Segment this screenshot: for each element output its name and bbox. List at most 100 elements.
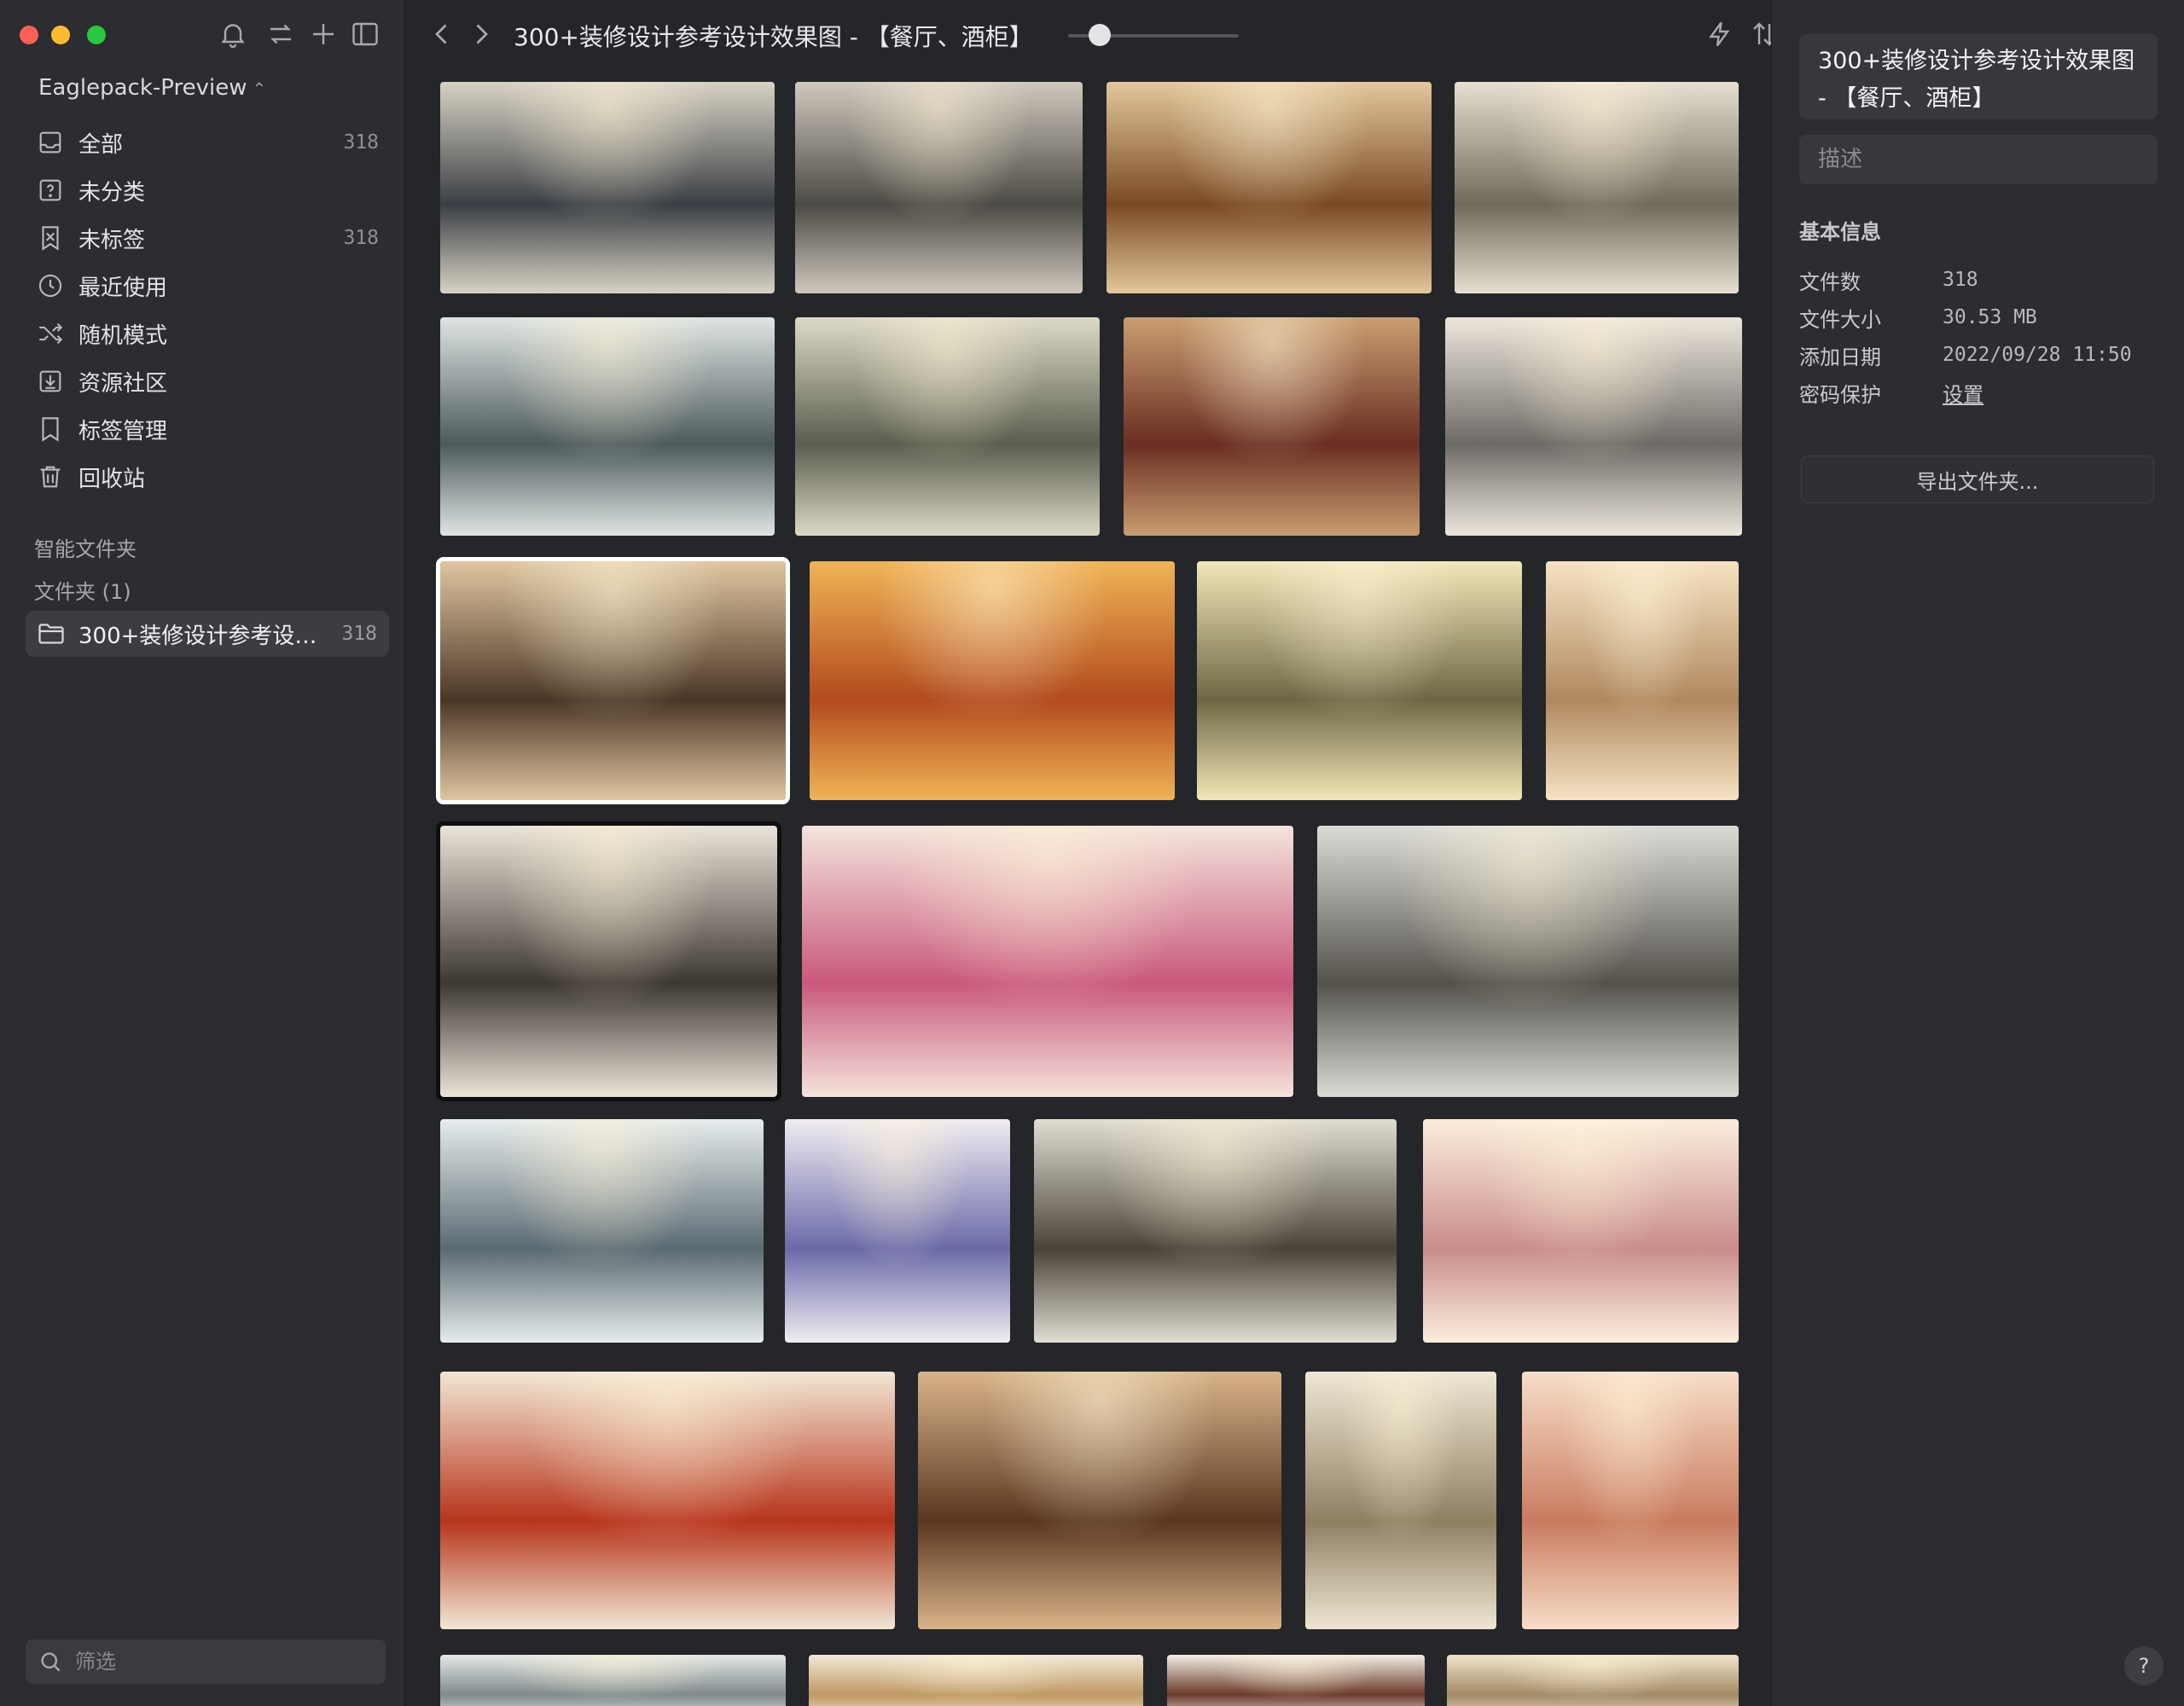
info-value: 318 <box>1943 269 1978 291</box>
info-row-password: 密码保护 设置 <box>1799 375 2158 409</box>
folders-header[interactable]: 文件夹 (1) <box>34 575 131 605</box>
image-thumbnail[interactable] <box>1034 1119 1397 1343</box>
sidebar-item-recent[interactable]: 最近使用 <box>26 264 389 307</box>
description-input[interactable] <box>1816 146 2140 173</box>
smart-folders-header[interactable]: 智能文件夹 <box>34 532 136 562</box>
inspector-panel: 300+装修设计参考设计效果图 - 【餐厅、酒柜】 基本信息 文件数 318 文… <box>1771 0 2184 1706</box>
image-thumbnail[interactable] <box>1445 317 1742 536</box>
help-button[interactable]: ? <box>2124 1646 2164 1686</box>
thumbnail-image <box>795 82 1083 293</box>
sidebar-item-random[interactable]: 随机模式 <box>26 312 389 355</box>
tag-off-icon <box>36 223 65 252</box>
thumbnail-image <box>918 1372 1281 1629</box>
image-thumbnail[interactable] <box>810 561 1175 800</box>
sidebar-folder-item[interactable]: 300+装修设计参考设计... 318 <box>26 611 389 657</box>
thumbnail-image <box>1167 1655 1425 1706</box>
image-thumbnail[interactable] <box>809 1655 1143 1706</box>
image-thumbnail[interactable] <box>1522 1372 1739 1629</box>
thumbnail-image <box>1197 561 1522 800</box>
plus-icon[interactable] <box>308 19 339 49</box>
image-thumbnail[interactable] <box>1124 317 1420 536</box>
sidebar: Eaglepack-Preview ⌃ 全部 318 未分类 未标签 318 最近… <box>0 0 405 1706</box>
image-thumbnail[interactable] <box>1546 561 1739 800</box>
sidebar-item-label: 全部 <box>78 131 124 158</box>
image-thumbnail[interactable] <box>1317 826 1739 1097</box>
thumbnail-image <box>1317 826 1739 1097</box>
image-thumbnail[interactable] <box>436 557 790 804</box>
image-thumbnail[interactable] <box>1305 1372 1496 1629</box>
bell-icon[interactable] <box>218 19 248 49</box>
image-thumbnail[interactable] <box>1455 82 1739 293</box>
image-thumbnail[interactable] <box>440 1372 895 1629</box>
sidebar-item-label: 未标签 <box>78 227 146 253</box>
close-window-button[interactable] <box>20 26 38 44</box>
image-thumbnail[interactable] <box>436 821 781 1101</box>
shuffle-icon <box>36 319 65 348</box>
zoom-slider[interactable] <box>1068 24 1643 46</box>
info-row-file-count: 文件数 318 <box>1799 263 2158 297</box>
image-thumbnail[interactable] <box>785 1119 1010 1343</box>
info-key: 添加日期 <box>1799 345 1881 369</box>
sidebar-item-tags[interactable]: 标签管理 <box>26 408 389 450</box>
image-thumbnail[interactable] <box>795 82 1083 293</box>
library-name: Eaglepack-Preview <box>38 75 247 101</box>
export-folder-button[interactable]: 导出文件夹... <box>1801 456 2154 503</box>
folder-count: 318 <box>341 623 377 645</box>
library-switcher[interactable]: Eaglepack-Preview ⌃ <box>38 75 266 101</box>
thumbnail-image <box>440 1372 895 1629</box>
thumbnail-image <box>440 826 777 1097</box>
thumbnail-image <box>795 317 1100 536</box>
folder-name-field[interactable]: 300+装修设计参考设计效果图 - 【餐厅、酒柜】 <box>1799 34 2158 119</box>
thumbnail-image <box>1124 317 1420 536</box>
image-thumbnail[interactable] <box>918 1372 1281 1629</box>
sidebar-item-untagged[interactable]: 未标签 318 <box>26 217 389 259</box>
image-thumbnail[interactable] <box>440 82 775 293</box>
sidebar-toggle-icon[interactable] <box>350 19 380 49</box>
basic-info-heading: 基本信息 <box>1799 220 1881 244</box>
info-key: 文件数 <box>1799 270 1861 294</box>
clock-icon <box>36 271 65 300</box>
info-key: 文件大小 <box>1799 307 1881 332</box>
thumbnail-image <box>1445 317 1742 536</box>
info-key: 密码保护 <box>1799 382 1881 407</box>
description-field <box>1799 135 2158 184</box>
image-thumbnail[interactable] <box>802 826 1293 1097</box>
image-thumbnail[interactable] <box>1107 82 1432 293</box>
image-thumbnail[interactable] <box>440 1119 764 1343</box>
image-thumbnail[interactable] <box>1167 1655 1425 1706</box>
thumbnail-image <box>1447 1655 1739 1706</box>
sidebar-item-all[interactable]: 全部 318 <box>26 121 389 164</box>
trash-icon <box>36 462 65 491</box>
image-thumbnail[interactable] <box>1447 1655 1739 1706</box>
lightning-icon[interactable] <box>1705 19 1735 49</box>
image-thumbnail[interactable] <box>440 317 775 536</box>
inbox-icon <box>36 128 65 157</box>
zoom-slider-thumb[interactable] <box>1089 24 1111 46</box>
image-thumbnail[interactable] <box>1423 1119 1739 1343</box>
question-box-icon <box>36 176 65 205</box>
thumbnail-image <box>1455 82 1739 293</box>
sidebar-item-community[interactable]: 资源社区 <box>26 360 389 403</box>
filter-input[interactable] <box>73 1649 363 1674</box>
password-setup-link[interactable]: 设置 <box>1943 378 1984 408</box>
sidebar-item-label: 未分类 <box>78 179 146 206</box>
image-thumbnail[interactable] <box>795 317 1100 536</box>
toolbar: 300+装修设计参考设计效果图 - 【餐厅、酒柜】 ▾ <box>406 0 2147 72</box>
forward-icon[interactable] <box>466 19 497 49</box>
thumbnail-image <box>1423 1119 1739 1343</box>
chevron-updown-icon: ⌃ <box>252 78 267 99</box>
sidebar-item-trash[interactable]: 回收站 <box>26 456 389 498</box>
zoom-window-button[interactable] <box>87 26 106 44</box>
thumbnail-image <box>1546 561 1739 800</box>
image-thumbnail[interactable] <box>1197 561 1522 800</box>
download-box-icon <box>36 367 65 396</box>
minimize-window-button[interactable] <box>51 26 70 44</box>
sidebar-item-label: 标签管理 <box>78 418 168 444</box>
thumbnail-image <box>440 561 786 800</box>
sidebar-item-label: 随机模式 <box>78 322 168 349</box>
image-thumbnail[interactable] <box>440 1655 786 1706</box>
sidebar-item-uncategorized[interactable]: 未分类 <box>26 169 389 212</box>
sync-icon[interactable] <box>265 19 296 49</box>
image-grid <box>406 72 1771 1706</box>
back-icon[interactable] <box>427 19 457 49</box>
